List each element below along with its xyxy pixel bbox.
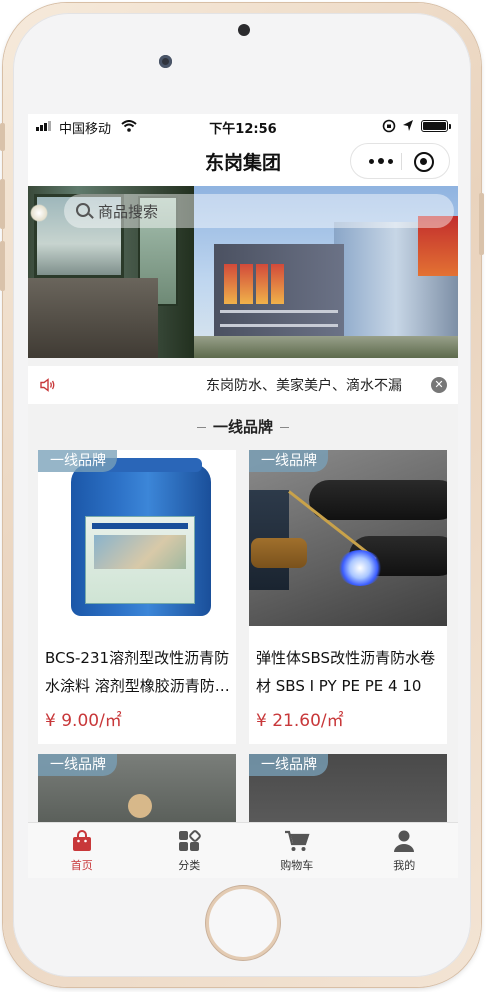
volume-down-button [0, 241, 5, 291]
notice-text: 东岗防水、美家美户、滴水不漏 [206, 378, 402, 394]
tab-label: 分类 [178, 859, 201, 872]
location-icon [403, 120, 413, 131]
app-screen: 中国移动 下午12:56 东岗集团 商品搜索 东岗防水、美家美户、滴水不漏 ✕ … [28, 114, 458, 878]
section-title: 一线品牌 [28, 412, 458, 442]
home-button[interactable] [206, 886, 280, 960]
power-button [479, 193, 484, 255]
front-camera [159, 55, 172, 68]
mute-switch [0, 123, 5, 151]
search-icon [76, 203, 90, 217]
banner-carousel[interactable]: 商品搜索 [28, 186, 458, 358]
speaker-icon [40, 378, 55, 392]
category-grid-icon [179, 830, 202, 851]
more-menu-icon[interactable] [361, 144, 401, 178]
product-image: 一线品牌 [38, 450, 236, 626]
tab-bar: 首页 分类 购物车 我的 [28, 822, 458, 878]
rotation-lock-icon [382, 119, 396, 133]
tab-label: 购物车 [280, 859, 314, 872]
search-input[interactable]: 商品搜索 [64, 194, 454, 228]
tab-label: 首页 [70, 859, 93, 872]
miniprogram-capsule [350, 143, 450, 179]
section-title-text: 一线品牌 [212, 418, 273, 436]
user-icon [394, 830, 415, 852]
brand-badge: 一线品牌 [249, 754, 328, 776]
volume-up-button [0, 179, 5, 229]
product-price: ¥ 9.00/㎡ [45, 711, 122, 731]
tab-cart[interactable]: 购物车 [243, 823, 351, 878]
brand-badge: 一线品牌 [38, 754, 117, 776]
notice-close-icon[interactable]: ✕ [431, 377, 447, 393]
tab-profile[interactable]: 我的 [351, 823, 459, 878]
earpiece-dot [238, 24, 250, 36]
product-image: 一线品牌 [249, 450, 447, 626]
shopping-bag-icon [72, 830, 91, 851]
product-price: ¥ 21.60/㎡ [256, 711, 344, 731]
product-card[interactable]: 一线品牌 弹性体SBS改性沥青防水卷材 SBS I PY PE PE 4 10 … [249, 450, 447, 744]
product-name: 弹性体SBS改性沥青防水卷材 SBS I PY PE PE 4 10 [256, 649, 436, 695]
battery-icon [421, 120, 451, 132]
search-placeholder: 商品搜索 [98, 203, 159, 221]
product-name: BCS-231溶剂型改性沥青防水涂料 溶剂型橡胶沥青防水涂料 [45, 649, 230, 695]
product-card[interactable]: 一线品牌 BCS-231溶剂型改性沥青防水涂料 溶剂型橡胶沥青防水涂料 ¥ 9.… [38, 450, 236, 744]
notice-bar[interactable]: 东岗防水、美家美户、滴水不漏 ✕ [28, 366, 458, 404]
tab-label: 我的 [393, 859, 416, 872]
navigation-bar: 东岗集团 [28, 138, 458, 186]
brand-badge: 一线品牌 [249, 450, 328, 472]
brand-badge: 一线品牌 [38, 450, 117, 472]
close-miniprogram-icon[interactable] [414, 152, 434, 172]
cart-icon [284, 830, 310, 851]
status-bar: 中国移动 下午12:56 [28, 114, 458, 138]
tab-category[interactable]: 分类 [136, 823, 244, 878]
tab-home[interactable]: 首页 [28, 823, 136, 878]
capsule-divider [401, 153, 402, 170]
